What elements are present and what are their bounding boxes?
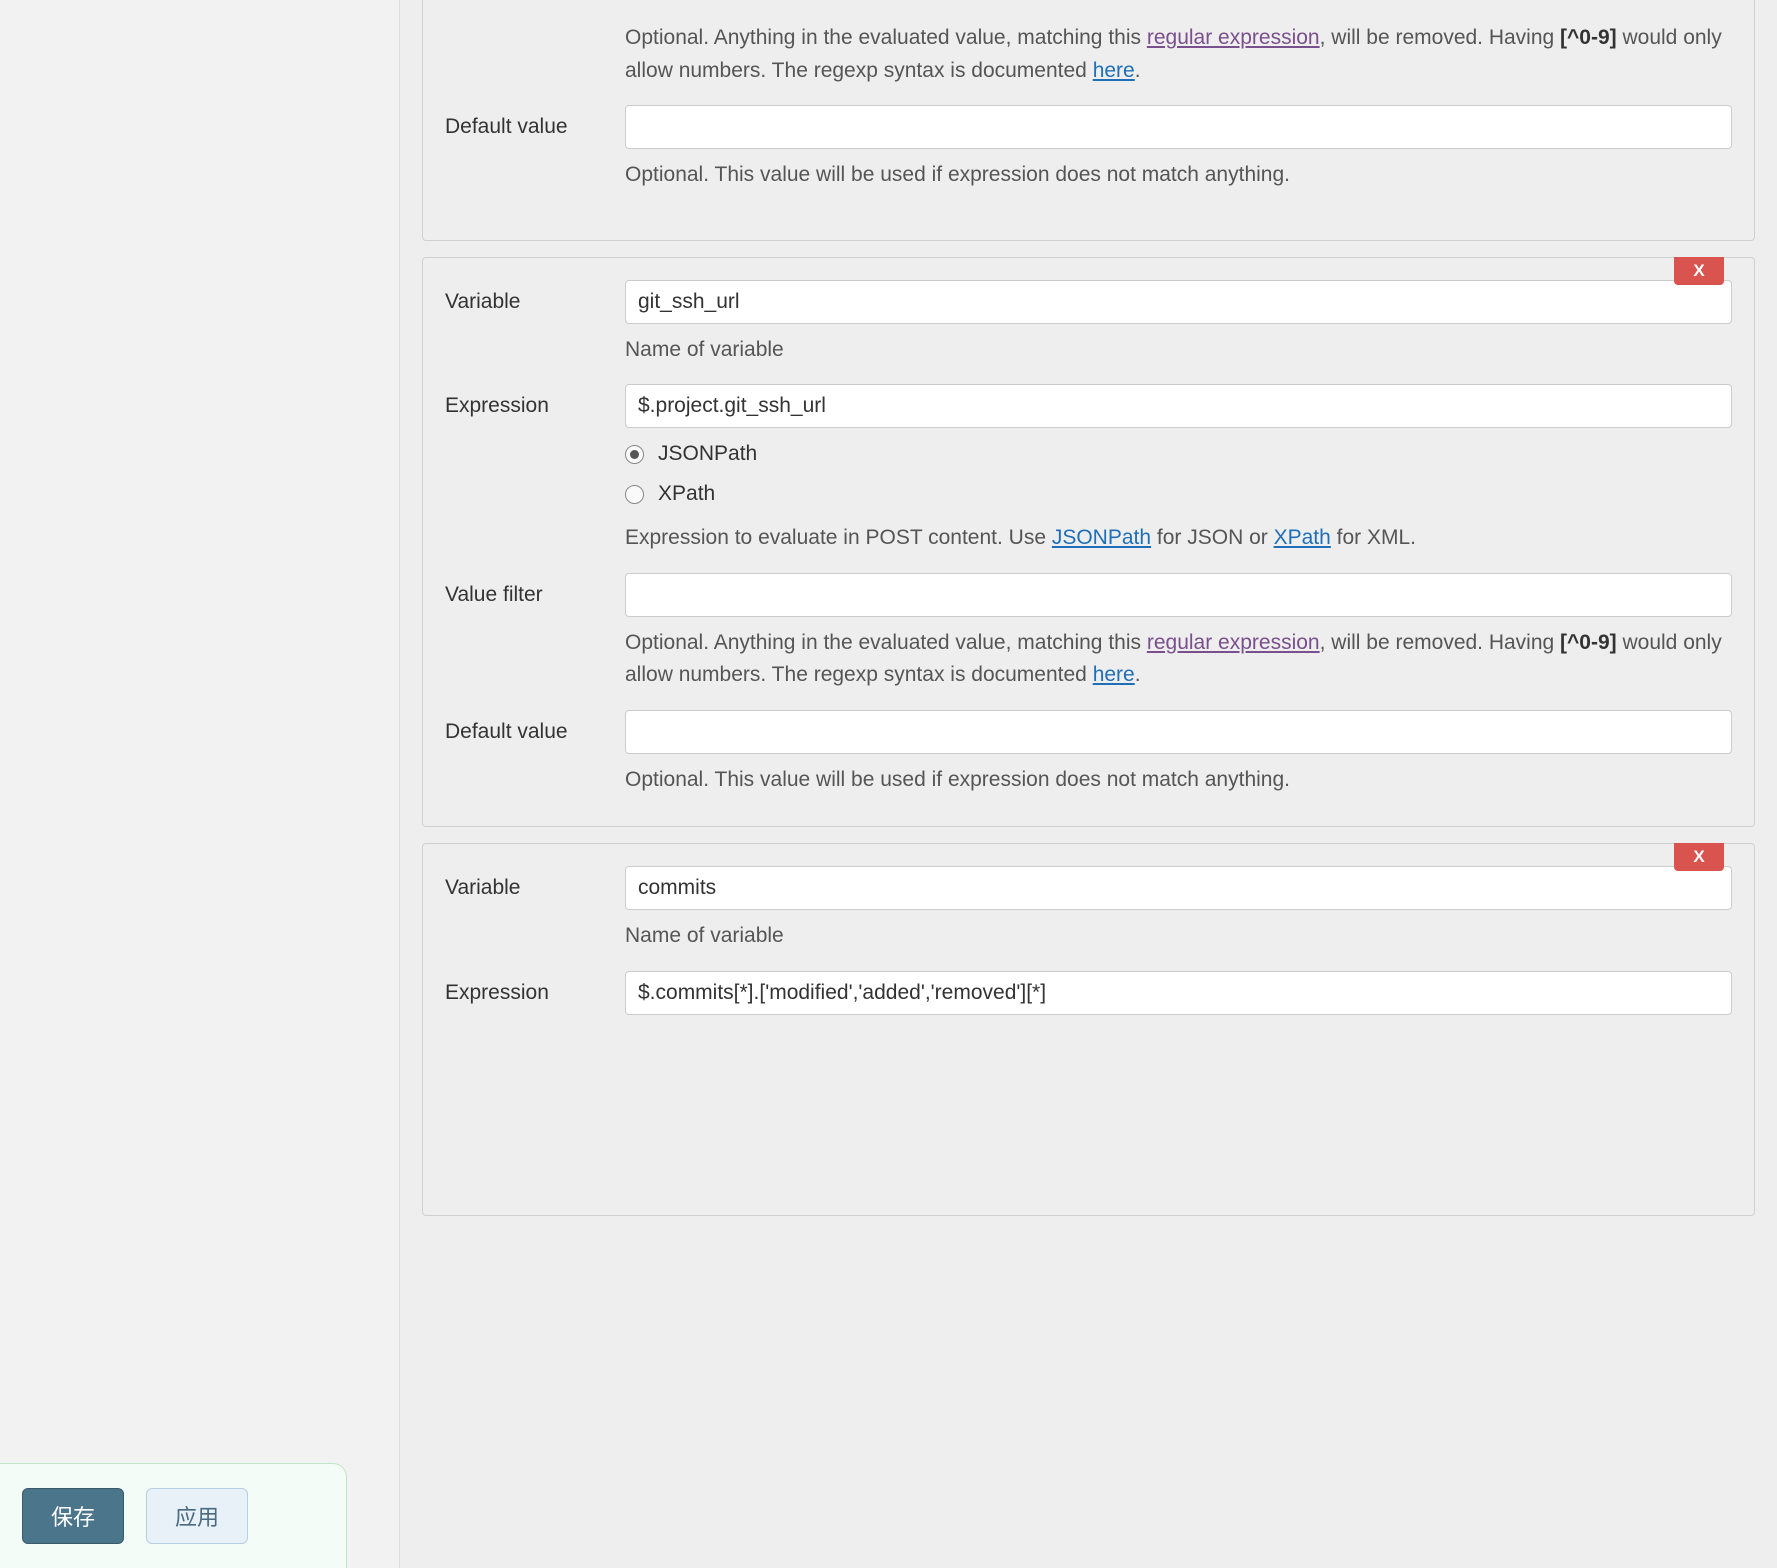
delete-variable-button[interactable]: X — [1674, 257, 1724, 285]
value-filter-input[interactable] — [625, 573, 1732, 617]
default-value-label: Default value — [445, 105, 625, 139]
default-value-input[interactable] — [625, 105, 1732, 149]
variable-label: Variable — [445, 280, 625, 314]
sidebar — [0, 0, 400, 1568]
save-button[interactable]: 保存 — [22, 1488, 124, 1544]
default-value-input[interactable] — [625, 710, 1732, 754]
variable-section-1: X Variable Name of variable Expression J… — [422, 257, 1755, 828]
regex-link[interactable]: regular expression — [1147, 631, 1320, 654]
regex-doc-link[interactable]: here — [1093, 59, 1135, 82]
expression-label: Expression — [445, 384, 625, 418]
radio-dot-icon — [625, 445, 644, 464]
xpath-link[interactable]: XPath — [1274, 526, 1331, 549]
action-bar: 保存 应用 — [0, 1463, 347, 1568]
variable-section-0: Optional. Anything in the evaluated valu… — [422, 0, 1755, 241]
default-value-help: Optional. This value will be used if exp… — [625, 764, 1732, 797]
expression-type-radio-group: JSONPath XPath — [625, 442, 1732, 506]
variable-name-help: Name of variable — [625, 334, 1732, 367]
delete-variable-button[interactable]: X — [1674, 843, 1724, 871]
variable-name-input[interactable] — [625, 280, 1732, 324]
expression-label: Expression — [445, 971, 625, 1005]
variable-section-2: X Variable Name of variable Expression — [422, 843, 1755, 1216]
value-filter-help: Optional. Anything in the evaluated valu… — [625, 627, 1732, 692]
radio-xpath-label: XPath — [658, 482, 715, 506]
value-filter-label: Value filter — [445, 573, 625, 607]
jsonpath-link[interactable]: JSONPath — [1052, 526, 1151, 549]
variable-name-input[interactable] — [625, 866, 1732, 910]
main-content: Optional. Anything in the evaluated valu… — [400, 0, 1777, 1568]
expression-input[interactable] — [625, 384, 1732, 428]
default-value-label: Default value — [445, 710, 625, 744]
radio-jsonpath-label: JSONPath — [658, 442, 757, 466]
radio-dot-icon — [625, 485, 644, 504]
default-value-help: Optional. This value will be used if exp… — [625, 159, 1732, 192]
radio-jsonpath[interactable]: JSONPath — [625, 442, 1732, 466]
expression-input[interactable] — [625, 971, 1732, 1015]
expression-help: Expression to evaluate in POST content. … — [625, 522, 1732, 555]
variable-label: Variable — [445, 866, 625, 900]
radio-xpath[interactable]: XPath — [625, 482, 1732, 506]
value-filter-help: Optional. Anything in the evaluated valu… — [625, 22, 1732, 87]
value-filter-label-placeholder — [445, 0, 625, 9]
regex-link[interactable]: regular expression — [1147, 26, 1320, 49]
variable-name-help: Name of variable — [625, 920, 1732, 953]
regex-doc-link[interactable]: here — [1093, 663, 1135, 686]
apply-button[interactable]: 应用 — [146, 1488, 248, 1544]
